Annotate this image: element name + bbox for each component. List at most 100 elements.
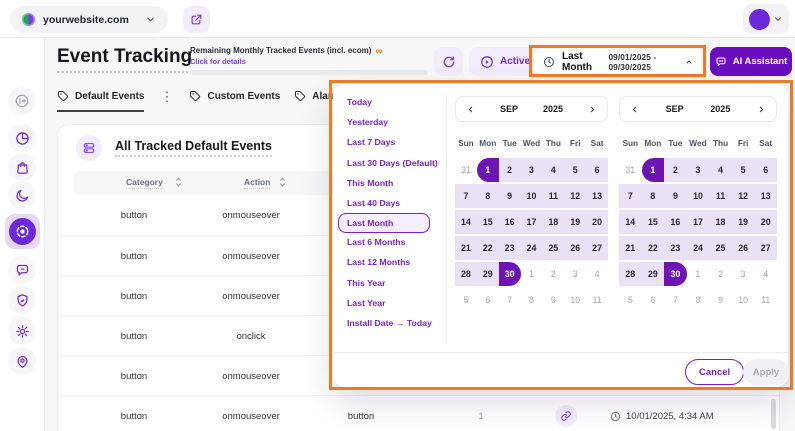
calendar-day[interactable]: 18 xyxy=(709,210,732,234)
calendar-day[interactable]: 11 xyxy=(709,184,732,208)
site-selector[interactable]: yourwebsite.com xyxy=(10,6,168,33)
calendar-day[interactable]: 3 xyxy=(564,262,586,286)
open-site-button[interactable] xyxy=(183,6,210,33)
calendar-year[interactable]: 2025 xyxy=(710,104,730,114)
link-icon[interactable] xyxy=(555,405,577,427)
calendar-day[interactable]: 3 xyxy=(687,158,710,182)
calendar-day[interactable]: 11 xyxy=(754,288,777,312)
account-menu[interactable] xyxy=(743,4,789,34)
preset-last-12-months[interactable]: Last 12 Months xyxy=(347,256,443,269)
tab-menu-icon[interactable]: ⋮ xyxy=(158,90,175,104)
calendar-day[interactable]: 11 xyxy=(542,184,564,208)
calendar-day[interactable]: 7 xyxy=(455,184,477,208)
calendar-day[interactable]: 20 xyxy=(754,210,777,234)
column-header-action[interactable]: Action xyxy=(244,177,270,189)
calendar-day[interactable]: 7 xyxy=(619,184,642,208)
calendar-day[interactable]: 7 xyxy=(664,288,687,312)
column-header-category[interactable]: Category xyxy=(126,177,163,189)
next-month-icon[interactable] xyxy=(757,105,766,114)
calendar-day[interactable]: 16 xyxy=(499,210,521,234)
calendar-day[interactable]: 28 xyxy=(455,262,477,286)
calendar-day[interactable]: 27 xyxy=(586,236,608,260)
calendar-day[interactable]: 14 xyxy=(455,210,477,234)
calendar-day[interactable]: 14 xyxy=(619,210,642,234)
next-month-icon[interactable] xyxy=(588,105,597,114)
calendar-day[interactable]: 9 xyxy=(664,184,687,208)
preset-last-40-days[interactable]: Last 40 Days xyxy=(347,197,443,210)
calendar-day[interactable]: 9 xyxy=(499,184,521,208)
prev-month-icon[interactable] xyxy=(630,105,639,114)
calendar-day[interactable]: 1 xyxy=(521,262,543,286)
preset-last-6-months[interactable]: Last 6 Months xyxy=(347,236,443,249)
calendar-day[interactable]: 1 xyxy=(687,262,710,286)
preset-last-30-days-default-[interactable]: Last 30 Days (Default) xyxy=(347,157,443,170)
preset-this-year[interactable]: This Year xyxy=(347,277,443,290)
tab-custom-events[interactable]: Custom Events xyxy=(189,90,280,110)
calendar-day[interactable]: 4 xyxy=(709,158,732,182)
feedback-icon[interactable] xyxy=(8,256,36,284)
calendar-day[interactable]: 6 xyxy=(477,288,499,312)
calendar-day[interactable]: 11 xyxy=(586,288,608,312)
calendar-day[interactable]: 17 xyxy=(521,210,543,234)
calendar-day[interactable]: 10 xyxy=(687,184,710,208)
calendar-day[interactable]: 24 xyxy=(687,236,710,260)
calendar-day[interactable]: 28 xyxy=(619,262,642,286)
preset-last-year[interactable]: Last Year xyxy=(347,297,443,310)
calendar-day[interactable]: 20 xyxy=(586,210,608,234)
preset-this-month[interactable]: This Month xyxy=(347,177,443,190)
calendar-day[interactable]: 7 xyxy=(499,288,521,312)
calendar-day[interactable]: 30 xyxy=(664,262,687,286)
calendar-day[interactable]: 2 xyxy=(542,262,564,286)
calendar-day[interactable]: 6 xyxy=(754,158,777,182)
calendar-year[interactable]: 2025 xyxy=(543,104,563,114)
calendar-day[interactable]: 5 xyxy=(619,288,642,312)
active-status-toggle[interactable]: Active xyxy=(469,47,541,76)
calendar-month[interactable]: SEP xyxy=(666,104,684,114)
calendar-day[interactable]: 17 xyxy=(687,210,710,234)
calendar-day[interactable]: 4 xyxy=(754,262,777,286)
preset-today[interactable]: Today xyxy=(347,96,443,109)
preset-install-date-today[interactable]: Install Date → Today xyxy=(347,317,443,330)
preset-last-month[interactable]: Last Month xyxy=(338,213,430,234)
calendar-day[interactable]: 8 xyxy=(521,288,543,312)
settings-gear-icon[interactable] xyxy=(8,317,36,345)
calendar-day[interactable]: 25 xyxy=(542,236,564,260)
calendar-day[interactable]: 8 xyxy=(687,288,710,312)
calendar-day[interactable]: 9 xyxy=(542,288,564,312)
prev-month-icon[interactable] xyxy=(466,105,475,114)
sidebar-item-event-tracking[interactable] xyxy=(5,214,40,249)
calendar-day[interactable]: 29 xyxy=(642,262,665,286)
calendar-day[interactable]: 1 xyxy=(642,158,665,182)
calendar-day[interactable]: 1 xyxy=(477,158,499,182)
calendar-day[interactable]: 10 xyxy=(521,184,543,208)
calendar-day[interactable]: 24 xyxy=(521,236,543,260)
calendar-day[interactable]: 12 xyxy=(564,184,586,208)
calendar-day[interactable]: 23 xyxy=(664,236,687,260)
calendar-day[interactable]: 22 xyxy=(477,236,499,260)
calendar-day[interactable]: 16 xyxy=(664,210,687,234)
preset-yesterday[interactable]: Yesterday xyxy=(347,116,443,129)
scrollbar[interactable] xyxy=(771,399,776,429)
calendar-day[interactable]: 5 xyxy=(455,288,477,312)
calendar-day[interactable]: 10 xyxy=(732,288,755,312)
calendar-day[interactable]: 26 xyxy=(732,236,755,260)
analytics-icon[interactable] xyxy=(8,124,36,152)
privacy-shield-icon[interactable] xyxy=(8,286,36,314)
calendar-day[interactable]: 2 xyxy=(499,158,521,182)
calendar-day[interactable]: 13 xyxy=(754,184,777,208)
calendar-day[interactable]: 25 xyxy=(709,236,732,260)
calendar-day[interactable]: 9 xyxy=(709,288,732,312)
calendar-day[interactable]: 22 xyxy=(642,236,665,260)
apply-button[interactable]: Apply xyxy=(743,359,789,385)
calendar-day[interactable]: 27 xyxy=(754,236,777,260)
calendar-day[interactable]: 2 xyxy=(664,158,687,182)
cancel-button[interactable]: Cancel xyxy=(685,359,744,385)
tab-default-events[interactable]: Default Events xyxy=(57,90,144,112)
calendar-day[interactable]: 29 xyxy=(477,262,499,286)
calendar-day[interactable]: 6 xyxy=(642,288,665,312)
calendar-day[interactable]: 15 xyxy=(642,210,665,234)
ecommerce-icon[interactable] xyxy=(8,153,36,181)
sort-icon[interactable] xyxy=(174,176,183,188)
table-row[interactable]: buttononmouseoverbutton110/01/2025, 4:34… xyxy=(58,395,779,431)
calendar-day[interactable]: 8 xyxy=(642,184,665,208)
